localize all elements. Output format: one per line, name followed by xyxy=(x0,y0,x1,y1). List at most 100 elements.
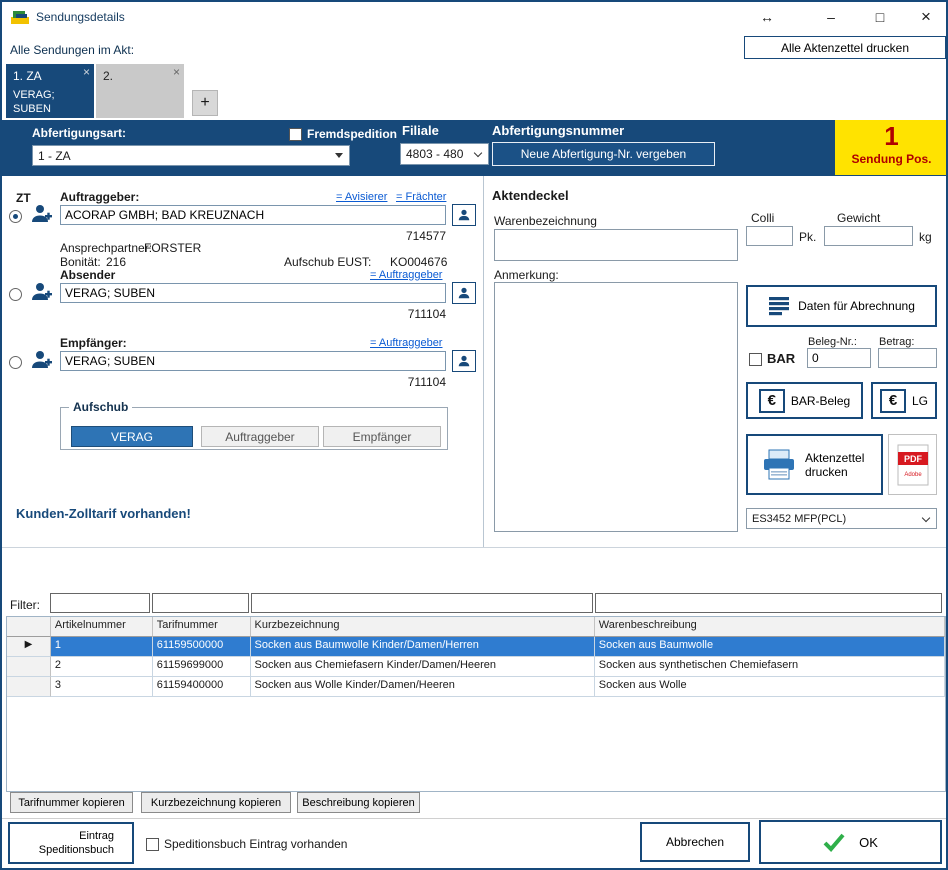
column-header-tarifnummer[interactable]: Tarifnummer xyxy=(153,617,251,637)
minimize-button[interactable]: – xyxy=(813,4,849,30)
aufschub-empfaenger-button[interactable]: Empfänger xyxy=(323,426,441,447)
bar-beleg-button[interactable]: € BAR-Beleg xyxy=(746,382,863,419)
lg-button[interactable]: € LG xyxy=(871,382,937,419)
zt-label: ZT xyxy=(16,191,31,205)
filiale-select[interactable]: 4803 - 480 xyxy=(400,143,489,165)
column-header-kurzbezeichnung[interactable]: Kurzbezeichnung xyxy=(251,617,595,637)
aufschub-group: Aufschub VERAG Auftraggeber Empfänger xyxy=(60,400,448,450)
bonitaet-value: 216 xyxy=(106,255,126,269)
row-selector-cell[interactable] xyxy=(7,657,51,677)
column-header-warenbeschreibung[interactable]: Warenbeschreibung xyxy=(595,617,945,637)
absender-auftraggeber-link[interactable]: = Auftraggeber xyxy=(370,269,442,281)
cancel-button[interactable]: Abbrechen xyxy=(640,822,750,862)
cell-warenbeschreibung[interactable]: Socken aus Wolle xyxy=(595,677,945,697)
cell-kurzbezeichnung[interactable]: Socken aus Baumwolle Kinder/Damen/Herren xyxy=(251,637,595,657)
filter-input-artikelnummer[interactable] xyxy=(50,593,150,613)
ok-button[interactable]: OK xyxy=(759,820,942,864)
filiale-label: Filiale xyxy=(402,123,439,138)
maximize-button[interactable]: □ xyxy=(862,4,898,30)
resize-icon[interactable]: ↔ xyxy=(749,4,785,30)
empfaenger-radio[interactable] xyxy=(9,356,22,369)
chevron-down-icon xyxy=(474,149,482,157)
tab-subtitle: VERAG; SUBEN xyxy=(13,88,83,116)
row-selector-cell[interactable] xyxy=(7,677,51,697)
beleg-nr-input[interactable] xyxy=(807,348,871,368)
cell-artikelnummer[interactable]: 1 xyxy=(51,637,153,657)
avisierer-link[interactable]: = Avisierer xyxy=(336,191,387,203)
aufschub-legend: Aufschub xyxy=(69,400,132,414)
cell-artikelnummer[interactable]: 3 xyxy=(51,677,153,697)
row-selector-cell[interactable]: ▶ xyxy=(7,637,51,657)
close-icon[interactable]: × xyxy=(83,65,90,79)
table-row[interactable]: 2 61159699000 Socken aus Chemiefasern Ki… xyxy=(7,657,945,677)
cell-warenbeschreibung[interactable]: Socken aus Baumwolle xyxy=(595,637,945,657)
aufschub-auftraggeber-button[interactable]: Auftraggeber xyxy=(201,426,319,447)
person-add-icon[interactable] xyxy=(30,280,52,305)
printer-icon xyxy=(760,449,798,481)
table-row[interactable]: 3 61159400000 Socken aus Wolle Kinder/Da… xyxy=(7,677,945,697)
absender-input[interactable] xyxy=(60,283,446,303)
copy-beschreibung-button[interactable]: Beschreibung kopieren xyxy=(297,792,420,813)
aufschub-verag-button[interactable]: VERAG xyxy=(71,426,193,447)
filter-input-warenbeschreibung[interactable] xyxy=(595,593,942,613)
speditionsbuch-checkbox[interactable] xyxy=(146,838,159,851)
person-add-icon[interactable] xyxy=(30,348,52,373)
contact-icon xyxy=(457,208,471,222)
add-shipment-tab-button[interactable]: + xyxy=(192,90,218,116)
eintrag-speditionsbuch-button[interactable]: Eintrag Speditionsbuch xyxy=(8,822,134,864)
empfaenger-input[interactable] xyxy=(60,351,446,371)
close-icon[interactable]: × xyxy=(173,65,180,79)
gewicht-input[interactable] xyxy=(824,226,913,246)
auftraggeber-input[interactable] xyxy=(60,205,446,225)
cell-kurzbezeichnung[interactable]: Socken aus Wolle Kinder/Damen/Heeren xyxy=(251,677,595,697)
filter-label: Filter: xyxy=(10,598,40,612)
table-row[interactable]: ▶ 1 61159500000 Socken aus Baumwolle Kin… xyxy=(7,637,945,657)
daten-fuer-abrechnung-button[interactable]: Daten für Abrechnung xyxy=(746,285,937,327)
cell-warenbeschreibung[interactable]: Socken aus synthetischen Chemiefasern xyxy=(595,657,945,677)
auftraggeber-radio[interactable] xyxy=(9,210,22,223)
fremdspedition-checkbox[interactable] xyxy=(289,128,302,141)
cell-artikelnummer[interactable]: 2 xyxy=(51,657,153,677)
fraechter-link[interactable]: = Frächter xyxy=(396,191,446,203)
warenbezeichnung-input[interactable] xyxy=(494,229,738,261)
abfertigungsart-label: Abfertigungsart: xyxy=(32,126,126,140)
title-bar: Sendungsdetails ↔ – □ × xyxy=(2,2,946,32)
absender-contact-button[interactable] xyxy=(452,282,476,304)
person-add-icon[interactable] xyxy=(30,202,52,227)
absender-radio[interactable] xyxy=(9,288,22,301)
position-label: Sendung Pos. xyxy=(835,152,948,166)
close-button[interactable]: × xyxy=(908,4,944,30)
cell-tarifnummer[interactable]: 61159400000 xyxy=(153,677,251,697)
anmerkung-textarea[interactable] xyxy=(494,282,738,532)
auftraggeber-contact-button[interactable] xyxy=(452,204,476,226)
kunden-zolltarif-hint: Kunden-Zolltarif vorhanden! xyxy=(16,506,191,521)
auftraggeber-label: Auftraggeber: xyxy=(60,190,139,204)
colli-input[interactable] xyxy=(746,226,793,246)
printer-select[interactable]: ES3452 MFP(PCL) xyxy=(746,508,937,529)
bar-label: BAR xyxy=(767,351,795,366)
neue-abfertigungsnummer-button[interactable]: Neue Abfertigung-Nr. vergeben xyxy=(492,142,715,166)
shipment-tab-2[interactable]: 2. × xyxy=(96,64,184,118)
aktenzettel-drucken-button[interactable]: Aktenzettel drucken xyxy=(746,434,883,495)
bar-checkbox[interactable] xyxy=(749,353,762,366)
euro-icon: € xyxy=(759,389,785,413)
cell-tarifnummer[interactable]: 61159500000 xyxy=(153,637,251,657)
copy-kurzbezeichnung-button[interactable]: Kurzbezeichnung kopieren xyxy=(141,792,291,813)
filter-input-tarifnummer[interactable] xyxy=(152,593,249,613)
empfaenger-contact-button[interactable] xyxy=(452,350,476,372)
cell-kurzbezeichnung[interactable]: Socken aus Chemiefasern Kinder/Damen/Hee… xyxy=(251,657,595,677)
aufschub-eust-label: Aufschub EUST: xyxy=(284,255,371,269)
abfertigungsart-select[interactable]: 1 - ZA xyxy=(32,145,350,166)
aktendeckel-title: Aktendeckel xyxy=(492,188,569,203)
shipment-tab-1[interactable]: 1. ZA × VERAG; SUBEN xyxy=(6,64,94,118)
empfaenger-auftraggeber-link[interactable]: = Auftraggeber xyxy=(370,337,442,349)
filter-input-kurzbezeichnung[interactable] xyxy=(251,593,593,613)
copy-tarifnummer-button[interactable]: Tarifnummer kopieren xyxy=(10,792,133,813)
articles-table: Artikelnummer Tarifnummer Kurzbezeichnun… xyxy=(6,616,946,792)
betrag-input[interactable] xyxy=(878,348,937,368)
print-all-aktenzettel-button[interactable]: Alle Aktenzettel drucken xyxy=(744,36,946,59)
euro-icon: € xyxy=(880,389,906,413)
pdf-export-button[interactable]: PDF Adobe xyxy=(888,434,937,495)
column-header-artikelnummer[interactable]: Artikelnummer xyxy=(51,617,153,637)
cell-tarifnummer[interactable]: 61159699000 xyxy=(153,657,251,677)
